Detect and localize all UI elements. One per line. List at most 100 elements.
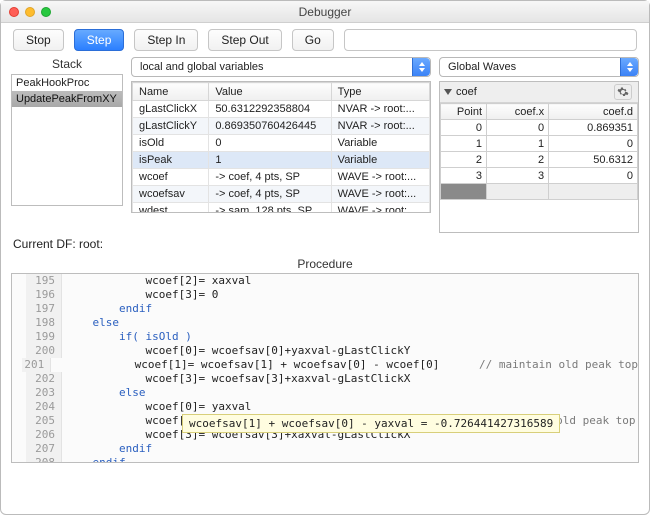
code-line[interactable]: 197 endif [12,302,638,316]
wave-cell-x: 0 [487,120,549,136]
variables-scope-value: local and global variables [140,61,264,73]
line-number: 207 [26,442,62,456]
code-line[interactable]: 203 else [12,386,638,400]
variable-cell-value: 0.869350760426445 [209,118,331,135]
vars-col-name[interactable]: Name [133,83,209,101]
stack-frame[interactable]: UpdatePeakFromXY [12,91,122,107]
waves-header: coef [440,82,638,103]
code-line[interactable]: 196 wcoef[3]= 0 [12,288,638,302]
step-in-button[interactable]: Step In [134,29,198,51]
variables-scope-select[interactable]: local and global variables [131,57,431,77]
code-line[interactable]: 208 endif [12,456,638,463]
waves-col-d[interactable]: coef.d [549,104,638,120]
stack-panel: Stack PeakHookProcUpdatePeakFromXY [11,57,123,233]
variable-cell-value: 50.6312292358804 [209,101,331,118]
code-text: else [62,316,638,330]
minimize-icon[interactable] [25,7,35,17]
waves-settings-button[interactable] [614,84,632,100]
wave-row[interactable]: 330 [441,168,638,184]
code-text: wcoef[3]= wcoefsav[3]+xaxval-gLastClickX [62,372,638,386]
wave-cell-point: 2 [441,152,487,168]
select-stepper-icon [412,58,430,76]
upper-panels: Stack PeakHookProcUpdatePeakFromXY local… [1,57,649,233]
variable-cell-name: gLastClickX [133,101,209,118]
eval-tooltip: wcoefsav[1] + wcoefsav[0] - yaxval = -0.… [182,414,560,433]
waves-scope-value: Global Waves [448,61,516,73]
variable-cell-name: isPeak [133,152,209,169]
wave-row[interactable]: 110 [441,136,638,152]
wave-row[interactable]: 4 [441,184,638,200]
waves-table-wrap[interactable]: Point coef.x coef.d 000.8693511102250.63… [440,103,638,232]
variable-cell-type: WAVE -> root:... [331,203,429,214]
wave-cell-point: 1 [441,136,487,152]
step-out-button[interactable]: Step Out [208,29,281,51]
variable-cell-value: 1 [209,152,331,169]
line-number: 203 [26,386,62,400]
waves-col-point[interactable]: Point [441,104,487,120]
wave-cell-point: 3 [441,168,487,184]
variable-row[interactable]: wcoefsav-> coef, 4 pts, SPWAVE -> root:.… [133,186,430,203]
wave-cell-d: 0 [549,168,638,184]
variable-row[interactable]: isPeak1Variable [133,152,430,169]
wave-row[interactable]: 000.869351 [441,120,638,136]
waves-col-x[interactable]: coef.x [487,104,549,120]
command-input[interactable] [344,29,637,51]
stack-label: Stack [11,57,123,71]
variable-cell-type: Variable [331,135,429,152]
variable-cell-value: -> coef, 4 pts, SP [209,169,331,186]
wave-cell-x [487,184,549,200]
variable-cell-name: wcoefsav [133,186,209,203]
waves-panel: Global Waves coef Point coef.x [439,57,639,233]
waves-scope-select[interactable]: Global Waves [439,57,639,77]
vars-col-value[interactable]: Value [209,83,331,101]
variables-table: Name Value Type gLastClickX50.6312292358… [132,82,430,213]
variable-cell-value: 0 [209,135,331,152]
code-text: wcoef[0]= yaxval [62,400,638,414]
variables-panel: local and global variables Name Value Ty… [131,57,431,233]
wave-cell-x: 1 [487,136,549,152]
code-text: endif [62,442,638,456]
variable-row[interactable]: gLastClickX50.6312292358804NVAR -> root:… [133,101,430,118]
toolbar: Stop Step Step In Step Out Go [1,23,649,57]
step-button[interactable]: Step [74,29,125,51]
go-button[interactable]: Go [292,29,334,51]
zoom-icon[interactable] [41,7,51,17]
current-df-label: Current DF: root: [1,233,649,253]
code-text: wcoef[0]= wcoefsav[0]+yaxval-gLastClickY [62,344,638,358]
code-line[interactable]: 199 if( isOld ) [12,330,638,344]
code-line[interactable]: 195 wcoef[2]= xaxval [12,274,638,288]
stop-button[interactable]: Stop [13,29,64,51]
disclosure-triangle-icon[interactable] [444,89,452,95]
variable-cell-type: WAVE -> root:... [331,186,429,203]
wave-row[interactable]: 2250.6312 [441,152,638,168]
variable-row[interactable]: wdest-> sam, 128 pts, SPWAVE -> root:... [133,203,430,214]
code-line[interactable]: 200 wcoef[0]= wcoefsav[0]+yaxval-gLastCl… [12,344,638,358]
code-line[interactable]: 204 wcoef[0]= yaxval [12,400,638,414]
variables-table-wrap[interactable]: Name Value Type gLastClickX50.6312292358… [131,81,431,213]
code-line[interactable]: 207 endif [12,442,638,456]
variable-cell-type: NVAR -> root:... [331,118,429,135]
wave-cell-point: 0 [441,120,487,136]
stack-list[interactable]: PeakHookProcUpdatePeakFromXY [11,74,123,206]
variable-row[interactable]: gLastClickY0.869350760426445NVAR -> root… [133,118,430,135]
variable-row[interactable]: wcoef-> coef, 4 pts, SPWAVE -> root:... [133,169,430,186]
vars-col-type[interactable]: Type [331,83,429,101]
variable-cell-type: NVAR -> root:... [331,101,429,118]
procedure-label: Procedure [1,257,649,271]
variable-row[interactable]: isOld0Variable [133,135,430,152]
line-number: 201 [22,358,51,372]
code-line[interactable]: 202 wcoef[3]= wcoefsav[3]+xaxval-gLastCl… [12,372,638,386]
wave-cell-d: 0 [549,136,638,152]
line-number: 205 [26,414,62,428]
gear-icon [617,86,629,98]
variable-cell-name: wdest [133,203,209,214]
line-number: 195 [26,274,62,288]
line-number: 204 [26,400,62,414]
code-text: wcoef[3]= 0 [62,288,638,302]
procedure-editor[interactable]: 195 wcoef[2]= xaxval196 wcoef[3]= 0197 e… [11,273,639,463]
code-line[interactable]: 201 wcoef[1]= wcoefsav[1] + wcoefsav[0] … [12,358,638,372]
code-line[interactable]: 198 else [12,316,638,330]
line-number: 200 [26,344,62,358]
stack-frame[interactable]: PeakHookProc [12,75,122,91]
close-icon[interactable] [9,7,19,17]
